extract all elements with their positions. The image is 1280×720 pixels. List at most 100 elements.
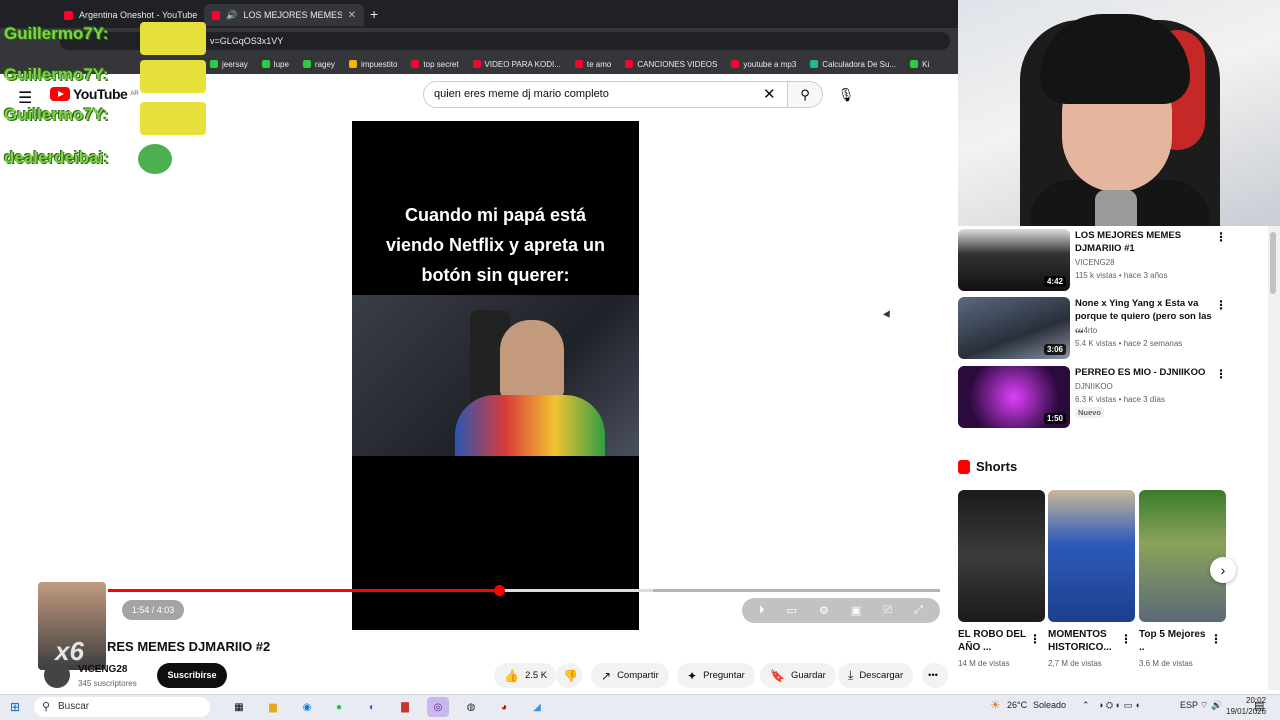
bookmark-item[interactable]: ragey bbox=[302, 60, 335, 69]
fullscreen-icon[interactable]: ⤢ bbox=[914, 604, 923, 617]
tray-app-icons[interactable]: ◑ ⛭ ◐ ▭ ◖ bbox=[1098, 700, 1140, 711]
more-actions-button[interactable]: ••• bbox=[922, 663, 948, 688]
bookmark-item[interactable]: VIDEO PARA KODI... bbox=[472, 60, 561, 69]
video-editor-icon[interactable]: ▇ bbox=[394, 697, 416, 717]
search-icon: ⚲ bbox=[42, 701, 51, 713]
channel-name[interactable]: VICENG28 bbox=[78, 664, 127, 675]
like-button[interactable]: 👍 2.5 K bbox=[494, 663, 556, 688]
chevron-right-icon[interactable]: › bbox=[1210, 557, 1236, 583]
more-vertical-icon[interactable]: ⋮ bbox=[1210, 632, 1222, 646]
bookmark-icon: 🔖 bbox=[770, 668, 785, 683]
subscribe-button[interactable]: Suscribirse bbox=[157, 663, 227, 688]
search-icon: ⚲ bbox=[800, 87, 810, 102]
bookmark-favicon-icon bbox=[210, 60, 218, 68]
notifications-icon[interactable]: ▤ bbox=[1254, 699, 1264, 712]
bookmark-item[interactable]: jeersay bbox=[210, 60, 248, 69]
more-vertical-icon[interactable]: ⋮ bbox=[1029, 632, 1041, 646]
related-channel[interactable]: DJNIIKOO bbox=[1075, 382, 1113, 391]
related-thumbnail[interactable]: 1:50 bbox=[958, 366, 1070, 428]
more-vertical-icon[interactable]: ⋮ bbox=[1215, 298, 1227, 312]
short-thumbnail[interactable] bbox=[1139, 490, 1226, 622]
search-button[interactable]: ⚲ bbox=[787, 81, 823, 108]
new-tab-button[interactable]: + bbox=[370, 6, 378, 22]
speaker-icon: 🔊 bbox=[226, 9, 238, 20]
app-icon[interactable]: ◢ bbox=[526, 697, 548, 717]
save-button[interactable]: 🔖 Guardar bbox=[760, 663, 836, 688]
search-input[interactable]: quien eres meme dj mario completo bbox=[423, 81, 788, 108]
download-button[interactable]: ⤓ Descargar bbox=[838, 663, 914, 688]
windows-start-icon[interactable]: ⊞ bbox=[10, 700, 20, 714]
bookmark-item[interactable]: youtube a mp3 bbox=[731, 60, 796, 69]
file-explorer-icon[interactable]: ▆ bbox=[262, 697, 284, 717]
short-title[interactable]: EL ROBO DEL AÑO ... bbox=[958, 628, 1030, 654]
youtube-logo[interactable]: YouTube AR bbox=[50, 86, 139, 102]
chrome-icon[interactable]: ◕ bbox=[493, 697, 515, 717]
related-thumbnail[interactable]: 3:06 bbox=[958, 297, 1070, 359]
shorts-logo-icon bbox=[958, 459, 970, 474]
bookmark-item[interactable]: Calculadora De Su... bbox=[810, 60, 896, 69]
tab-label: LOS MEJORES MEMES DJMAR bbox=[243, 10, 342, 20]
minion-emote-icon bbox=[140, 22, 206, 55]
bookmark-item[interactable]: CANCIONES VIDEOS bbox=[625, 60, 717, 69]
obs-icon[interactable]: ◎ bbox=[427, 697, 449, 717]
edge-icon[interactable]: ◉ bbox=[296, 697, 318, 717]
settings-icon[interactable]: ⚙ bbox=[819, 604, 829, 617]
language-indicator[interactable]: ESP bbox=[1180, 700, 1198, 710]
weather-desc[interactable]: Soleado bbox=[1033, 700, 1066, 710]
bookmark-favicon-icon bbox=[472, 60, 481, 68]
tab-close-icon[interactable]: ✕ bbox=[348, 10, 356, 21]
share-button[interactable]: ↗ Compartir bbox=[591, 663, 669, 688]
webcam-microphone bbox=[1095, 190, 1137, 226]
bookmark-favicon-icon bbox=[625, 60, 634, 68]
autoplay-toggle-icon[interactable]: ⏵ bbox=[759, 604, 765, 617]
taskbar-search-input[interactable]: Buscar bbox=[34, 697, 210, 717]
share-icon: ↗ bbox=[601, 668, 612, 683]
microphone-icon[interactable]: 🎙 bbox=[832, 81, 860, 108]
pepe-emote-icon bbox=[138, 144, 172, 174]
progress-scrubber[interactable] bbox=[494, 585, 506, 596]
download-icon: ⤓ bbox=[848, 668, 854, 682]
cast-icon[interactable]: ⎚ bbox=[883, 604, 892, 617]
tab-mejores-memes[interactable]: 🔊 LOS MEJORES MEMES DJMAR ✕ bbox=[204, 4, 364, 26]
channel-avatar[interactable] bbox=[44, 662, 70, 688]
related-channel[interactable]: cu4rto bbox=[1075, 326, 1097, 335]
steam-icon[interactable]: ◍ bbox=[460, 697, 482, 717]
weather-temp[interactable]: 26°C bbox=[1007, 700, 1027, 710]
bookmark-item[interactable]: Ki bbox=[910, 60, 929, 69]
thumbs-down-icon: 👎 bbox=[563, 668, 578, 683]
related-thumbnail[interactable]: 4:42 bbox=[958, 229, 1070, 291]
sparkle-icon: ✦ bbox=[687, 668, 698, 683]
bookmark-favicon-icon bbox=[302, 60, 311, 68]
clear-search-icon[interactable]: ✕ bbox=[763, 85, 776, 103]
related-title[interactable]: PERREO ES MIO - DJNIIKOO bbox=[1075, 366, 1215, 379]
short-title[interactable]: Top 5 Mejores .. bbox=[1139, 628, 1211, 654]
network-volume-icons[interactable]: ⌔ 🔊 bbox=[1200, 700, 1222, 711]
youtube-favicon-icon bbox=[212, 10, 221, 20]
miniplayer-icon[interactable]: ▣ bbox=[851, 604, 861, 617]
chevron-up-icon[interactable]: ⌃ bbox=[1082, 700, 1090, 711]
ask-button[interactable]: ✦ Preguntar bbox=[677, 663, 755, 688]
bookmark-item[interactable]: te amo bbox=[574, 60, 611, 69]
bookmark-item[interactable]: top secret bbox=[411, 60, 459, 69]
short-title[interactable]: MOMENTOS HISTORICO... bbox=[1048, 628, 1120, 654]
weather-icon: ☀ bbox=[990, 698, 1001, 712]
scrollbar[interactable] bbox=[1268, 226, 1280, 690]
bookmark-item[interactable]: impuestito bbox=[348, 60, 397, 69]
dislike-button[interactable]: 👎 bbox=[556, 663, 582, 688]
minion-emote-icon bbox=[140, 102, 206, 135]
related-title[interactable]: LOS MEJORES MEMES DJMARIIO #1 bbox=[1075, 229, 1215, 255]
colorful-shirt bbox=[455, 395, 605, 456]
spotify-icon[interactable]: ● bbox=[328, 697, 350, 717]
short-thumbnail[interactable] bbox=[1048, 490, 1135, 622]
more-vertical-icon[interactable]: ⋮ bbox=[1120, 632, 1132, 646]
chat-message: dealerdeibai: bbox=[4, 148, 109, 167]
scrollbar-thumb[interactable] bbox=[1270, 232, 1276, 294]
related-channel[interactable]: VICENG28 bbox=[1075, 258, 1115, 267]
more-vertical-icon[interactable]: ⋮ bbox=[1215, 230, 1227, 244]
more-vertical-icon[interactable]: ⋮ bbox=[1215, 367, 1227, 381]
short-thumbnail[interactable] bbox=[958, 490, 1045, 622]
bookmark-item[interactable]: lupe bbox=[261, 60, 289, 69]
canva-icon[interactable]: ◐ bbox=[361, 697, 383, 717]
subtitles-icon[interactable]: ▭ bbox=[787, 604, 797, 617]
task-view-icon[interactable]: ▦ bbox=[228, 697, 250, 717]
